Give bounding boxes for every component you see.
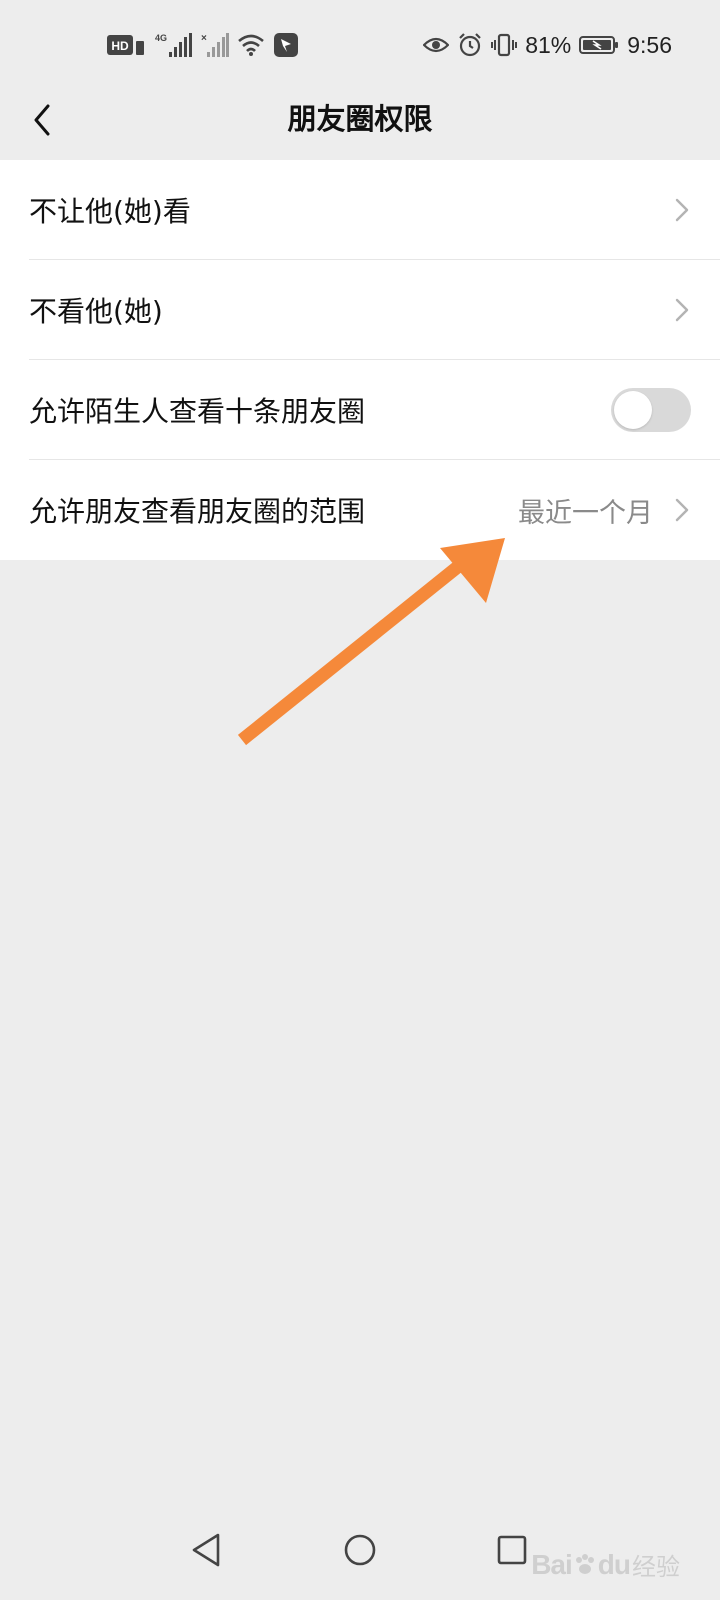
hd-icon: HD bbox=[107, 35, 144, 55]
hd-label: HD bbox=[111, 39, 129, 53]
row-label: 不看他(她) bbox=[29, 295, 163, 328]
circle-home-icon bbox=[344, 1534, 376, 1566]
vibrate-icon bbox=[491, 33, 518, 57]
row-hide-their-moments[interactable]: 不看他(她) bbox=[0, 260, 720, 360]
battery-percent: 81% bbox=[525, 31, 572, 58]
row-label: 允许陌生人查看十条朋友圈 bbox=[29, 395, 366, 428]
settings-list: 不让他(她)看 不看他(她) 允许陌生人查看十条朋友圈 允许朋友查看朋友圈的范围… bbox=[0, 160, 720, 560]
row-friends-view-range[interactable]: 允许朋友查看朋友圈的范围 最近一个月 bbox=[0, 460, 720, 560]
square-recents-icon bbox=[497, 1535, 527, 1565]
eye-icon bbox=[423, 37, 450, 53]
battery-icon bbox=[579, 36, 619, 54]
wifi-icon bbox=[238, 34, 264, 56]
row-label: 允许朋友查看朋友圈的范围 bbox=[29, 495, 366, 528]
row-hide-moments-from[interactable]: 不让他(她)看 bbox=[0, 160, 720, 260]
strangers-toggle[interactable] bbox=[611, 388, 691, 432]
page-title: 朋友圈权限 bbox=[287, 102, 433, 136]
watermark-text: 经验 bbox=[632, 1553, 680, 1581]
system-navigation-bar: Bai du 经验 bbox=[0, 1500, 720, 1600]
row-strangers-view-ten-posts: 允许陌生人查看十条朋友圈 bbox=[0, 360, 720, 460]
triangle-back-icon bbox=[192, 1533, 220, 1567]
status-bar: HD 4G × 81% 9:56 bbox=[0, 0, 720, 92]
paw-icon bbox=[575, 1553, 594, 1574]
chevron-right-icon bbox=[675, 198, 689, 222]
watermark-logo: Bai bbox=[531, 1548, 573, 1580]
signal-icon: × bbox=[201, 33, 229, 57]
row-label: 不让他(她)看 bbox=[29, 195, 191, 228]
watermark: Bai du 经验 bbox=[531, 1547, 680, 1582]
toggle-knob bbox=[614, 391, 652, 429]
row-value: 最近一个月 bbox=[518, 497, 653, 529]
clock: 9:56 bbox=[627, 31, 672, 58]
nav-bar: 朋友圈权限 bbox=[0, 92, 720, 160]
4g-signal-icon: 4G bbox=[155, 33, 192, 57]
system-home-button[interactable] bbox=[338, 1528, 382, 1572]
status-left-icons: HD 4G × bbox=[107, 30, 299, 60]
status-right-icons: 81% 9:56 bbox=[423, 30, 672, 60]
system-back-button[interactable] bbox=[184, 1528, 228, 1572]
system-recents-button[interactable] bbox=[490, 1528, 534, 1572]
network-label: 4G bbox=[155, 33, 167, 43]
app-notification-icon bbox=[274, 33, 298, 57]
chevron-right-icon bbox=[675, 498, 689, 522]
alarm-icon bbox=[459, 33, 481, 57]
watermark-logo-suffix: du bbox=[597, 1548, 631, 1580]
chevron-right-icon bbox=[675, 298, 689, 322]
svg-text:×: × bbox=[201, 33, 207, 44]
